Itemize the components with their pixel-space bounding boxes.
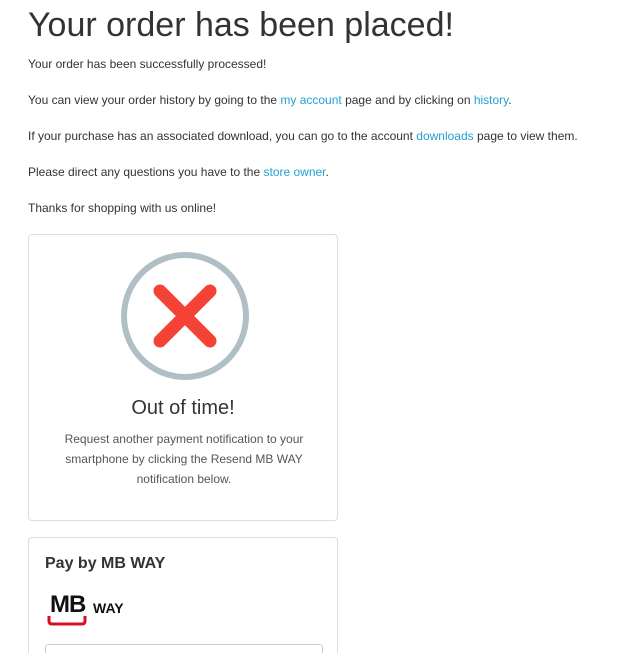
order-history-text-end: . [508, 93, 512, 107]
phone-number-input[interactable] [45, 644, 323, 653]
status-heading: Out of time! [131, 397, 235, 419]
questions-text-end: . [325, 165, 329, 179]
success-message: Your order has been successfully process… [28, 57, 267, 71]
my-account-link[interactable]: my account [280, 93, 341, 107]
mb-way-logo-icon: MB WAY [47, 590, 124, 626]
mb-logo-mark: MB [47, 590, 87, 626]
mbway-payment-card: Pay by MB WAY MB WAY [28, 537, 338, 653]
page-title: Your order has been placed! [28, 6, 454, 44]
order-history-text-middle: page and by clicking on [341, 93, 474, 107]
questions-text-start: Please direct any questions you have to … [28, 165, 264, 179]
downloads-text-start: If your purchase has an associated downl… [28, 129, 417, 143]
history-link[interactable]: history [474, 93, 508, 107]
status-message: Request another payment notification to … [64, 432, 304, 486]
downloads-paragraph: If your purchase has an associated downl… [28, 128, 578, 144]
downloads-link[interactable]: downloads [416, 129, 473, 143]
order-confirmation-page: Your order has been placed! Your order h… [0, 0, 622, 653]
order-history-paragraph: You can view your order history by going… [28, 92, 512, 108]
way-logo-text: WAY [93, 600, 124, 616]
mb-logo-text: MB [50, 591, 86, 618]
error-x-circle-icon [121, 252, 249, 380]
downloads-text-end: page to view them. [473, 129, 578, 143]
payment-title: Pay by MB WAY [45, 555, 166, 572]
questions-paragraph: Please direct any questions you have to … [28, 164, 329, 180]
payment-status-card: Out of time! Request another payment not… [28, 234, 338, 521]
thanks-message: Thanks for shopping with us online! [28, 201, 217, 215]
order-history-text-start: You can view your order history by going… [28, 93, 281, 107]
store-owner-link[interactable]: store owner [263, 165, 325, 179]
